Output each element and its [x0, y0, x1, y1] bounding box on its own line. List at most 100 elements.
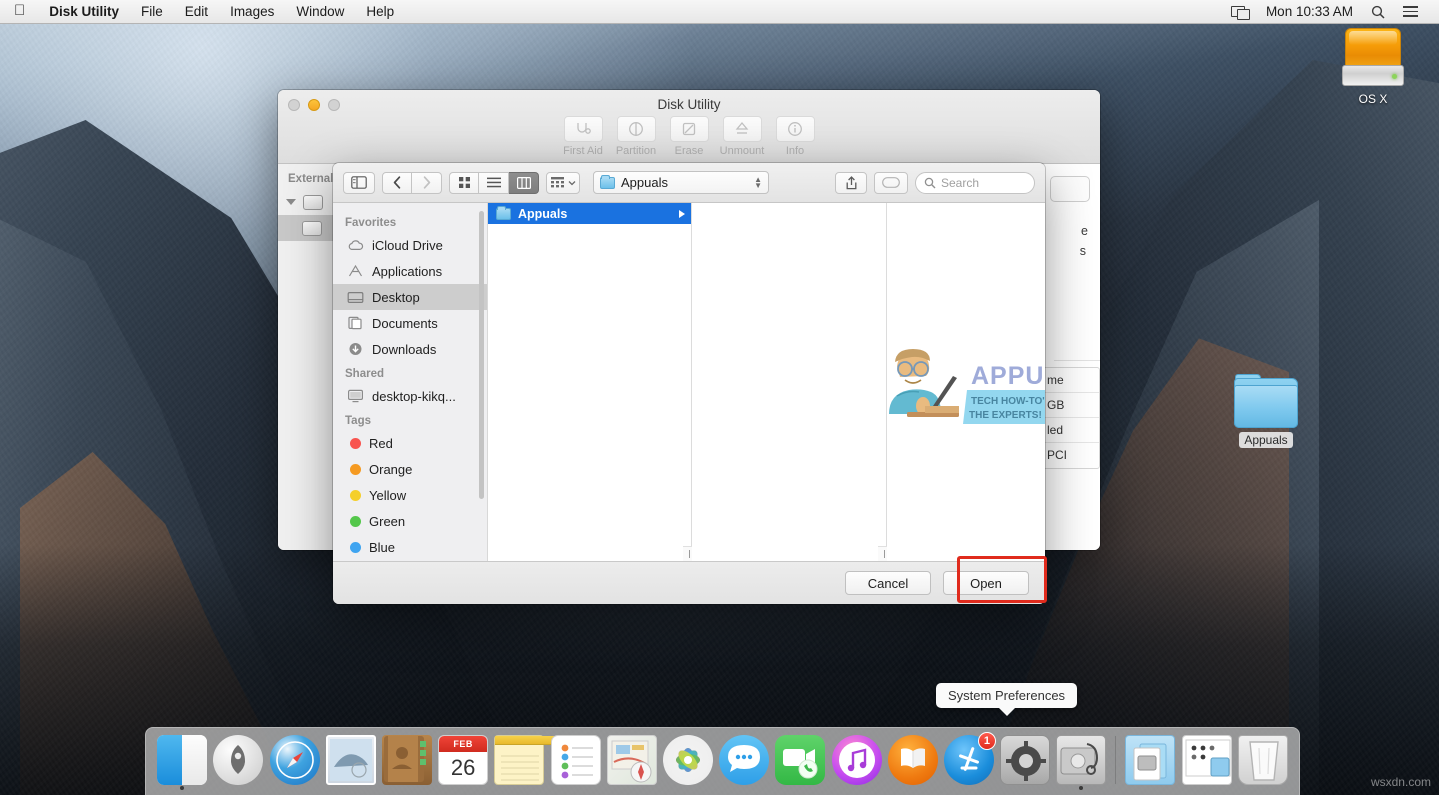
app-store-icon: 1	[944, 735, 994, 785]
calendar-month: FEB	[439, 736, 487, 752]
reminders-icon	[551, 735, 601, 785]
column-1[interactable]: Appuals	[488, 203, 692, 561]
sidebar-item-icloud-drive[interactable]: iCloud Drive	[333, 232, 487, 258]
open-file-dialog[interactable]: Appuals ▲▼ Search Favorites iCloud Drive	[333, 163, 1045, 604]
search-input[interactable]: Search	[915, 172, 1035, 194]
sidebar-item-documents[interactable]: Documents	[333, 310, 487, 336]
dock-item-messages[interactable]	[716, 727, 772, 791]
toolbar-button-info[interactable]: Info	[769, 116, 822, 157]
contacts-icon	[382, 735, 432, 785]
screen-mirroring-icon[interactable]	[1222, 0, 1257, 24]
tag-icon[interactable]	[874, 172, 908, 194]
desktop-icon-os-x[interactable]: OS X	[1325, 28, 1421, 107]
column-2[interactable]	[692, 203, 887, 561]
dock-item-facetime[interactable]	[772, 727, 828, 791]
sidebar-toggle-icon[interactable]	[343, 172, 375, 194]
dock-item-photos[interactable]	[660, 727, 716, 791]
downloads-icon	[347, 342, 364, 356]
dock-item-disk-utility[interactable]	[1053, 727, 1109, 791]
menu-item-window[interactable]: Window	[285, 0, 355, 24]
column-view-icon[interactable]	[509, 172, 539, 194]
chevron-down-icon[interactable]	[286, 199, 296, 205]
spotlight-search-icon[interactable]	[1362, 0, 1394, 24]
dock-item-launchpad[interactable]	[210, 727, 266, 791]
tooltip-arrow	[999, 708, 1015, 716]
list-view-icon[interactable]	[479, 172, 509, 194]
menu-item-file[interactable]: File	[130, 0, 174, 24]
view-mode-buttons	[449, 172, 539, 194]
dock-item-maps[interactable]	[604, 727, 660, 791]
dock-item-app-store[interactable]: 1	[941, 727, 997, 791]
dock-item-mail[interactable]	[323, 727, 379, 791]
path-popup-button[interactable]: Appuals ▲▼	[593, 171, 769, 194]
menu-item-edit[interactable]: Edit	[174, 0, 219, 24]
dock-stack-downloads[interactable]	[1179, 727, 1235, 791]
sidebar-item-tag-green[interactable]: Green	[333, 508, 487, 534]
notification-center-icon[interactable]	[1394, 0, 1427, 24]
folder-icon	[1234, 378, 1298, 428]
dock-item-trash[interactable]	[1235, 727, 1291, 791]
column-3-preview[interactable]: APPUALS TECH HOW-TO'S FROM THE EXPERTS!	[887, 203, 1045, 561]
dock-item-itunes[interactable]	[828, 727, 884, 791]
forward-button[interactable]	[412, 172, 442, 194]
desktop-icon-appuals[interactable]: Appuals	[1218, 378, 1314, 448]
dock-item-ibooks[interactable]	[885, 727, 941, 791]
sidebar-item-label: Green	[369, 514, 405, 529]
notes-icon	[494, 735, 544, 785]
menu-item-help[interactable]: Help	[355, 0, 405, 24]
dock-item-calendar[interactable]: FEB 26	[435, 727, 491, 791]
toolbar-button-first-aid[interactable]: First Aid	[557, 116, 610, 157]
sidebar-item-tag-orange[interactable]: Orange	[333, 456, 487, 482]
list-item[interactable]: Appuals	[488, 203, 691, 224]
dock-stack-documents[interactable]	[1122, 727, 1178, 791]
dock-item-reminders[interactable]	[547, 727, 603, 791]
search-placeholder: Search	[941, 176, 979, 190]
arrange-by-icon[interactable]	[546, 172, 580, 194]
tooltip-label: System Preferences	[936, 683, 1077, 708]
sidebar-item-desktop-kikq[interactable]: desktop-kikq...	[333, 383, 487, 409]
open-dialog-footer: Cancel Open	[333, 561, 1045, 604]
back-button[interactable]	[382, 172, 412, 194]
detail-divider	[1054, 360, 1100, 361]
chevron-up-down-icon[interactable]: ▲▼	[754, 177, 762, 189]
sidebar-scrollbar[interactable]	[479, 211, 484, 499]
disk-utility-titlebar[interactable]: Disk Utility First Aid Partition Erase	[278, 90, 1100, 164]
badge-count: 1	[978, 732, 996, 750]
path-popup-label: Appuals	[621, 175, 668, 190]
toolbar-button-unmount[interactable]: Unmount	[716, 116, 769, 157]
apple-icon[interactable]: 	[0, 0, 38, 24]
folder-icon	[600, 177, 615, 189]
menu-bar-clock[interactable]: Mon 10:33 AM	[1257, 0, 1362, 24]
documents-stack-icon	[1125, 735, 1175, 785]
sidebar-item-desktop[interactable]: Desktop	[333, 284, 487, 310]
menu-app-title[interactable]: Disk Utility	[38, 0, 130, 24]
sidebar-item-tag-blue[interactable]: Blue	[333, 534, 487, 560]
open-dialog-sidebar[interactable]: Favorites iCloud Drive Applications Desk…	[333, 203, 488, 561]
close-button[interactable]	[288, 99, 300, 111]
dock-item-finder[interactable]	[154, 727, 210, 791]
ibooks-icon	[888, 735, 938, 785]
toolbar-button-erase[interactable]: Erase	[663, 116, 716, 157]
sidebar-item-tag-red[interactable]: Red	[333, 430, 487, 456]
share-icon[interactable]	[835, 172, 867, 194]
sidebar-item-downloads[interactable]: Downloads	[333, 336, 487, 362]
dock-item-contacts[interactable]	[379, 727, 435, 791]
column-view: Appuals	[488, 203, 1045, 561]
sidebar-item-tag-yellow[interactable]: Yellow	[333, 482, 487, 508]
calendar-day: 26	[439, 752, 487, 785]
sidebar-item-label: Yellow	[369, 488, 406, 503]
zoom-button[interactable]	[328, 99, 340, 111]
minimize-button[interactable]	[308, 99, 320, 111]
toolbar-label: First Aid	[557, 145, 610, 157]
cancel-button[interactable]: Cancel	[845, 571, 931, 595]
dock-item-notes[interactable]	[491, 727, 547, 791]
toolbar-button-partition[interactable]: Partition	[610, 116, 663, 157]
icon-view-icon[interactable]	[449, 172, 479, 194]
launchpad-icon	[213, 735, 263, 785]
desktop-icon-label: OS X	[1354, 91, 1393, 107]
dock-item-safari[interactable]	[266, 727, 322, 791]
dock-item-system-preferences[interactable]	[997, 727, 1053, 791]
sidebar-item-applications[interactable]: Applications	[333, 258, 487, 284]
menu-item-images[interactable]: Images	[219, 0, 285, 24]
tag-dot-icon	[350, 490, 361, 501]
